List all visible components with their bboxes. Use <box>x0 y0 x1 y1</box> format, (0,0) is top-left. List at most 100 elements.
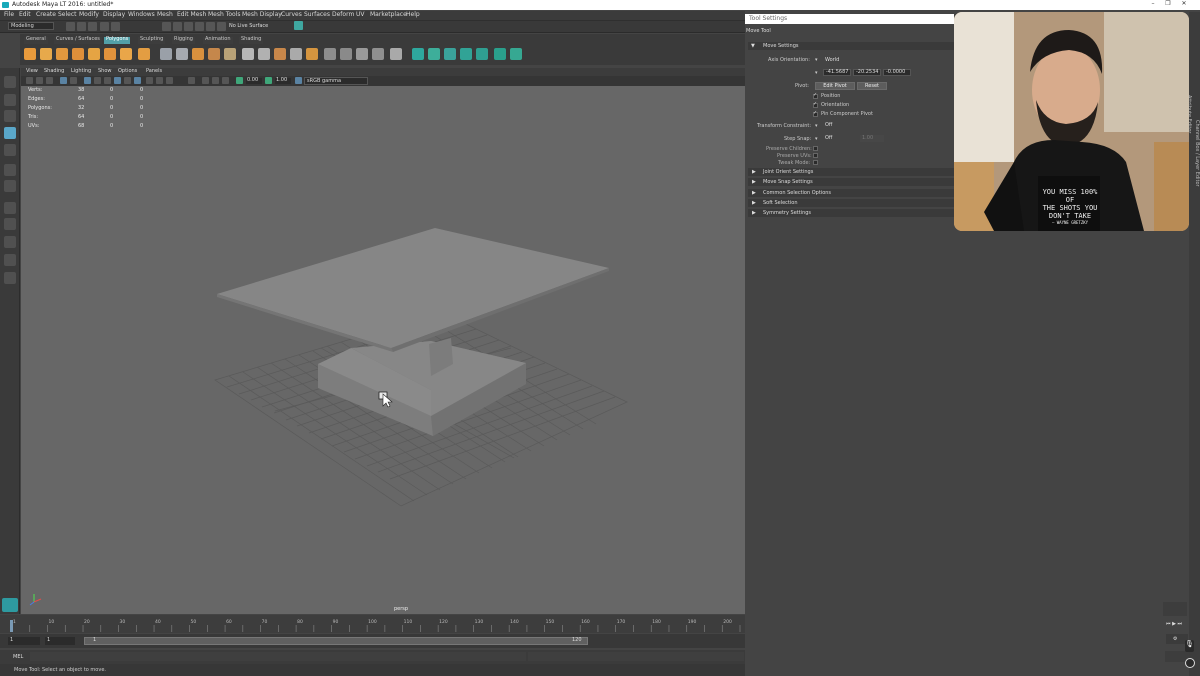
poly-cylinder-icon[interactable] <box>56 48 68 60</box>
unfold-icon[interactable] <box>494 48 506 60</box>
single-perspective-icon[interactable] <box>4 202 16 214</box>
lights-icon[interactable] <box>124 77 131 84</box>
append-icon[interactable] <box>390 48 402 60</box>
uv-editor-icon[interactable] <box>412 48 424 60</box>
menu-marketplace[interactable]: Marketplace <box>370 12 407 18</box>
axis-y-field[interactable]: -20.2534 <box>853 69 881 76</box>
poly-sphere-icon[interactable] <box>24 48 36 60</box>
textured-icon[interactable] <box>104 77 111 84</box>
last-tool-icon[interactable] <box>4 180 16 192</box>
aa-icon[interactable] <box>166 77 173 84</box>
preserve-children-checkbox[interactable] <box>813 146 818 151</box>
persp-graph-icon[interactable] <box>4 254 16 266</box>
shelf-tab-general[interactable]: General <box>24 37 48 44</box>
persp-outliner-icon[interactable] <box>4 236 16 248</box>
settings-gear-icon[interactable]: ⚙ <box>1173 637 1177 642</box>
bevel-icon[interactable] <box>242 48 254 60</box>
merge-icon[interactable] <box>290 48 302 60</box>
menu-display[interactable]: Display <box>103 12 125 18</box>
four-view-icon[interactable] <box>4 218 16 230</box>
open-scene-icon[interactable] <box>77 22 86 31</box>
menu-mesh-tools[interactable]: Mesh Tools <box>208 12 240 18</box>
exposure-icon[interactable] <box>236 77 243 84</box>
maximize-button[interactable]: ❐ <box>1161 1 1175 9</box>
panel-menu-shading[interactable]: Shading <box>44 69 64 74</box>
menu-mesh[interactable]: Mesh <box>157 12 173 18</box>
live-surface-label[interactable]: No Live Surface <box>229 24 268 29</box>
menu-help[interactable]: Help <box>406 12 420 18</box>
transform-constraint-dropdown[interactable]: Off <box>823 122 883 129</box>
mel-label[interactable]: MEL <box>13 655 23 660</box>
bookmark-icon[interactable] <box>36 77 43 84</box>
gamma-field[interactable]: 1.00 <box>275 78 291 84</box>
playback-controls-icon[interactable]: ⏮ ▶ ⏭ <box>1166 622 1182 627</box>
offset-loop-icon[interactable] <box>372 48 384 60</box>
layout-uv-icon[interactable] <box>510 48 522 60</box>
extract-icon[interactable] <box>192 48 204 60</box>
dof-icon[interactable] <box>188 77 195 84</box>
auto-map-icon[interactable] <box>444 48 456 60</box>
xray-icon[interactable] <box>114 77 121 84</box>
menu-file[interactable]: File <box>4 12 14 18</box>
range-bar[interactable] <box>84 637 588 645</box>
menu-edit[interactable]: Edit <box>19 12 31 18</box>
axis-z-field[interactable]: -0.0000 <box>883 69 911 76</box>
multi-cut-icon[interactable] <box>324 48 336 60</box>
new-scene-icon[interactable] <box>66 22 75 31</box>
menu-mesh-display[interactable]: Mesh Display <box>242 12 282 18</box>
film-gate-icon[interactable] <box>70 77 77 84</box>
axis-orientation-dropdown[interactable]: World <box>823 57 911 64</box>
shelf-tab-curves[interactable]: Curves / Surfaces <box>54 37 102 44</box>
minimize-button[interactable]: – <box>1146 1 1160 9</box>
select-object-icon[interactable] <box>173 22 182 31</box>
shelf-tab-polygons[interactable]: Polygons <box>104 37 131 44</box>
edge-loop-icon[interactable] <box>356 48 368 60</box>
menu-windows[interactable]: Windows <box>128 12 155 18</box>
combine-icon[interactable] <box>160 48 172 60</box>
image-plane-icon[interactable] <box>46 77 53 84</box>
select-component-icon[interactable] <box>184 22 193 31</box>
axis-x-field[interactable]: -41.5687 <box>823 69 851 76</box>
panel-menu-panels[interactable]: Panels <box>146 69 162 74</box>
channel-box-tab[interactable]: Channel Box / Layer Editor <box>1194 120 1200 187</box>
panel-menu-options[interactable]: Options <box>118 69 137 74</box>
snap-curve-icon[interactable] <box>206 22 215 31</box>
menu-create[interactable]: Create <box>36 12 56 18</box>
separate-icon[interactable] <box>176 48 188 60</box>
gate-mask-icon[interactable] <box>212 77 219 84</box>
undo-icon[interactable] <box>100 22 109 31</box>
sew-uv-icon[interactable] <box>476 48 488 60</box>
camera-attrs-icon[interactable] <box>26 77 33 84</box>
menu-curves[interactable]: Curves <box>281 12 302 18</box>
reset-button[interactable]: Reset <box>857 82 887 90</box>
colorspace-dropdown[interactable]: sRGB gamma <box>304 77 368 85</box>
poly-prism-icon[interactable] <box>120 48 132 60</box>
start-frame-field[interactable]: 1 <box>8 637 40 645</box>
mode-dropdown[interactable]: Modeling <box>8 22 54 30</box>
poly-cube-icon[interactable] <box>40 48 52 60</box>
perspective-viewport[interactable] <box>21 86 745 614</box>
bridge-icon[interactable] <box>258 48 270 60</box>
shadows-icon[interactable] <box>134 77 141 84</box>
poly-pipe-icon[interactable] <box>138 48 150 60</box>
lasso-tool-icon[interactable] <box>4 94 16 106</box>
render-icon[interactable] <box>294 21 303 30</box>
range-start-field[interactable]: 1 <box>45 637 75 645</box>
smooth-shade-icon[interactable] <box>94 77 101 84</box>
poly-torus-icon[interactable] <box>104 48 116 60</box>
time-slider[interactable]: 1 10 20 30 40 50 60 70 80 90 100 110 120 130 140 150 160… <box>0 615 745 633</box>
snap-point-icon[interactable] <box>217 22 226 31</box>
poly-cone-icon[interactable] <box>72 48 84 60</box>
panel-menu-view[interactable]: View <box>26 69 38 74</box>
paint-select-icon[interactable] <box>4 110 16 122</box>
snap-grid-icon[interactable] <box>195 22 204 31</box>
panel-menu-show[interactable]: Show <box>98 69 112 74</box>
field-chart-icon[interactable] <box>222 77 229 84</box>
microphone-icon[interactable]: 🎙 <box>1185 640 1194 652</box>
target-weld-icon[interactable] <box>340 48 352 60</box>
edit-pivot-button[interactable]: Edit Pivot <box>815 82 855 90</box>
grid-toggle-icon[interactable] <box>60 77 67 84</box>
menu-surfaces[interactable]: Surfaces <box>304 12 330 18</box>
move-tool-icon[interactable] <box>4 127 16 139</box>
shelf-tab-shading[interactable]: Shading <box>239 37 264 44</box>
